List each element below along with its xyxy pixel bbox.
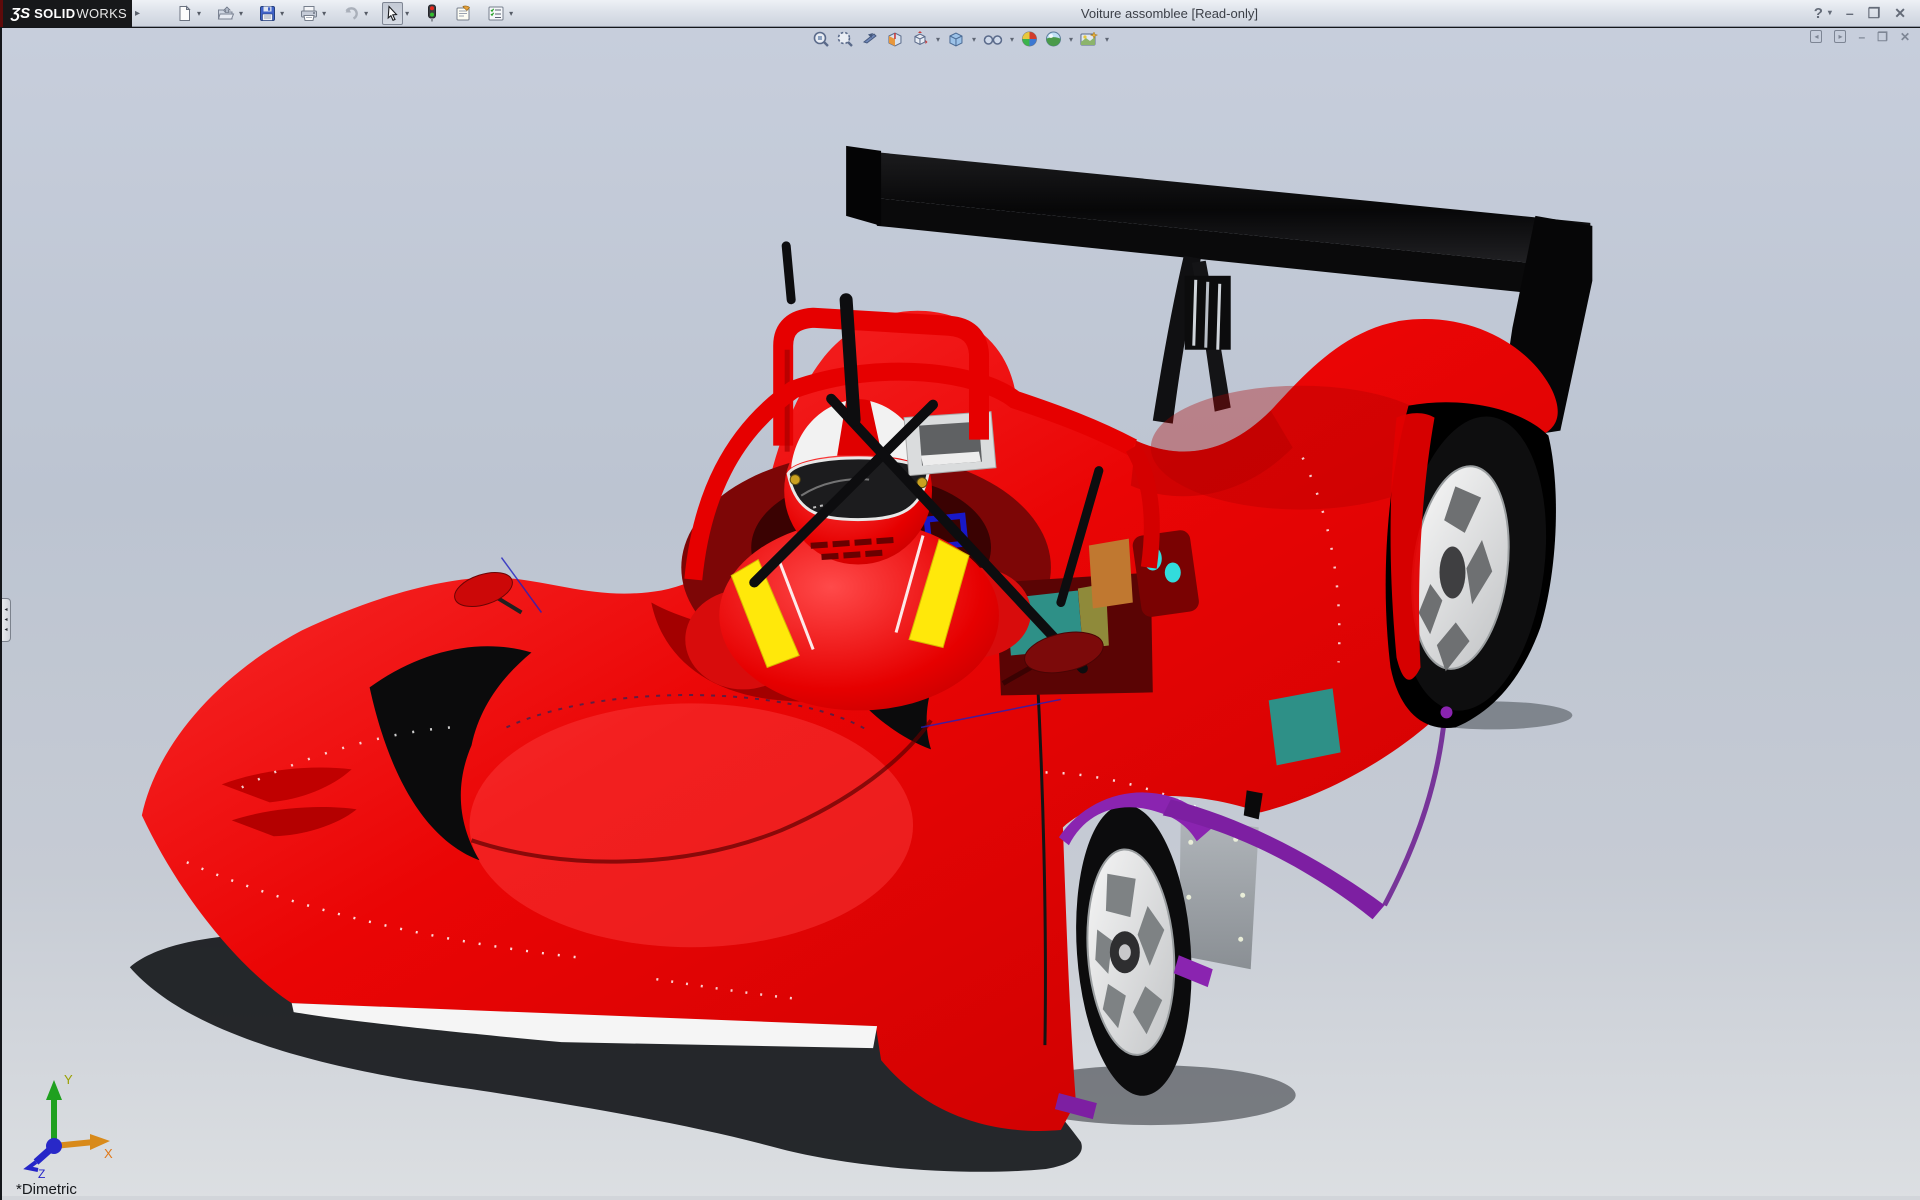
apply-scene-button[interactable] (1043, 30, 1064, 48)
y-axis-arrow (46, 1080, 62, 1100)
undo-arrow-icon (342, 5, 360, 22)
view-orientation-caret[interactable]: ▾ (936, 35, 940, 44)
previous-view-button[interactable] (859, 30, 881, 48)
new-document-icon (176, 5, 193, 22)
open-dropdown-caret[interactable]: ▾ (239, 9, 243, 18)
print-button[interactable] (298, 2, 320, 25)
doc-close-button[interactable]: ✕ (1900, 31, 1910, 43)
solidworks-window: ƷS SOLID WORKS ▸ ▾ (0, 0, 1920, 1200)
display-style-caret[interactable]: ▾ (972, 35, 976, 44)
splitter-arrow-icon: ◂ (4, 617, 7, 623)
main-toolbar: ▾ ▾ (174, 2, 525, 25)
close-button[interactable]: ✕ (1894, 6, 1906, 20)
doc-restore-button[interactable]: ❐ (1877, 31, 1888, 43)
shaded-cube-icon (946, 30, 966, 48)
document-title: Voiture assomblee [Read-only] (525, 5, 1814, 21)
note-hand-icon (454, 5, 472, 22)
status-strip (2, 1196, 1920, 1200)
cockpit-orange-panel[interactable] (1089, 539, 1133, 609)
select-tool-button[interactable] (382, 2, 403, 25)
helmet-visor (788, 458, 928, 520)
color-ball-icon (1020, 30, 1039, 48)
reference-triad: Y X Z (20, 1068, 116, 1178)
section-view-button[interactable] (884, 30, 906, 48)
view-cube-icon (910, 30, 930, 48)
section-view-icon (885, 30, 905, 48)
minimize-button[interactable]: – (1846, 6, 1854, 20)
scene-ball-icon (1044, 30, 1063, 48)
sidepod-teal-window[interactable] (1269, 688, 1341, 765)
x-axis-label: X (104, 1146, 113, 1161)
zoom-to-fit-button[interactable] (811, 30, 832, 48)
brand-glyph: ƷS (11, 5, 30, 22)
solidworks-logo: ƷS SOLID WORKS (0, 0, 132, 27)
display-style-button[interactable] (945, 30, 967, 48)
brand-name-light: WORKS (76, 6, 127, 21)
splitter-arrow-icon: ◂ (4, 627, 7, 633)
save-button[interactable] (257, 2, 278, 25)
traffic-light-icon (425, 4, 439, 22)
undo-button[interactable] (340, 2, 362, 25)
document-window-controls: ◂ ▸ – ❐ ✕ (1810, 30, 1910, 43)
splitter-arrow-icon: ◂ (4, 607, 7, 613)
edit-appearance-button[interactable] (1019, 30, 1040, 48)
select-cursor-icon (384, 5, 401, 22)
rebuild-button[interactable] (423, 2, 441, 25)
magnifier-area-icon (836, 30, 855, 48)
help-dropdown-caret[interactable]: ▾ (1828, 9, 1832, 17)
headsup-view-toolbar: ▾ ▾ ▾ (811, 29, 1111, 49)
hide-show-items-caret[interactable]: ▾ (1010, 35, 1014, 44)
hide-show-items-button[interactable] (981, 30, 1005, 48)
select-dropdown-caret[interactable]: ▾ (405, 9, 409, 18)
zoom-to-area-button[interactable] (835, 30, 856, 48)
file-properties-button[interactable] (452, 2, 474, 25)
options-button[interactable] (485, 2, 507, 25)
magnifier-icon (812, 30, 831, 48)
new-dropdown-caret[interactable]: ▾ (197, 9, 201, 18)
apply-scene-caret[interactable]: ▾ (1069, 35, 1073, 44)
next-document-button[interactable]: ▸ (1834, 30, 1846, 43)
previous-document-button[interactable]: ◂ (1810, 30, 1822, 43)
help-button[interactable]: ? (1814, 6, 1823, 21)
panel-splitter-tab[interactable]: ◂ ◂ ◂ (2, 598, 11, 642)
view-settings-button[interactable] (1078, 30, 1100, 48)
save-dropdown-caret[interactable]: ▾ (280, 9, 284, 18)
menu-overflow-arrow[interactable]: ▸ (135, 8, 140, 19)
front-wheel[interactable] (1383, 402, 1562, 728)
brand-name-bold: SOLID (34, 6, 75, 21)
graphics-viewport[interactable]: ▾ ▾ ▾ (0, 27, 1920, 1200)
save-floppy-icon (259, 5, 276, 22)
open-folder-icon (217, 5, 235, 22)
print-dropdown-caret[interactable]: ▾ (322, 9, 326, 18)
view-orientation-button[interactable] (909, 30, 931, 48)
doc-minimize-button[interactable]: – (1858, 31, 1865, 43)
view-settings-caret[interactable]: ▾ (1105, 35, 1109, 44)
y-axis-label: Y (64, 1072, 73, 1087)
titlebar: ƷS SOLID WORKS ▸ ▾ (0, 0, 1920, 27)
triad-origin (46, 1138, 62, 1154)
window-controls: ? ▾ – ❐ ✕ (1814, 6, 1920, 21)
undo-dropdown-caret[interactable]: ▾ (364, 9, 368, 18)
viewport-3d-model[interactable] (2, 28, 1920, 1200)
view-settings-icon (1079, 30, 1099, 48)
options-dropdown-caret[interactable]: ▾ (509, 9, 513, 18)
options-checklist-icon (487, 5, 505, 22)
restore-button[interactable]: ❐ (1868, 6, 1881, 20)
dash-indicator-cyan (1165, 563, 1181, 583)
new-document-button[interactable] (174, 2, 195, 25)
printer-icon (300, 5, 318, 22)
nose-highlight (470, 703, 914, 947)
previous-view-icon (860, 30, 880, 48)
eyeglasses-icon (982, 30, 1004, 48)
z-axis-label: Z (38, 1167, 45, 1178)
open-button[interactable] (215, 2, 237, 25)
